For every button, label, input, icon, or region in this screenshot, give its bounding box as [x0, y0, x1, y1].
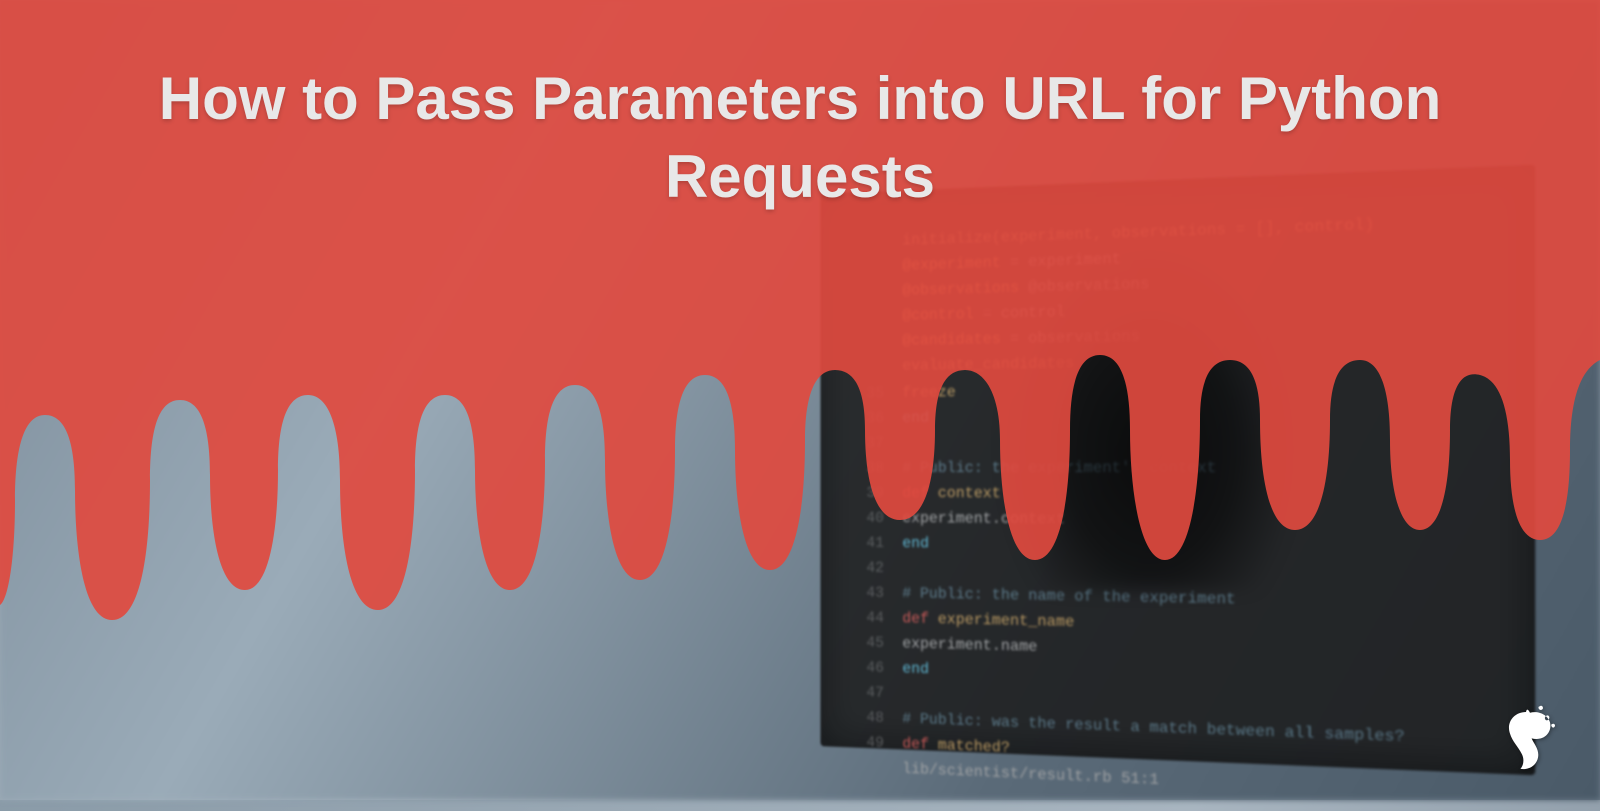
brand-logo [1490, 700, 1570, 780]
logo-icon [1490, 700, 1570, 780]
page-title: How to Pass Parameters into URL for Pyth… [80, 60, 1520, 216]
